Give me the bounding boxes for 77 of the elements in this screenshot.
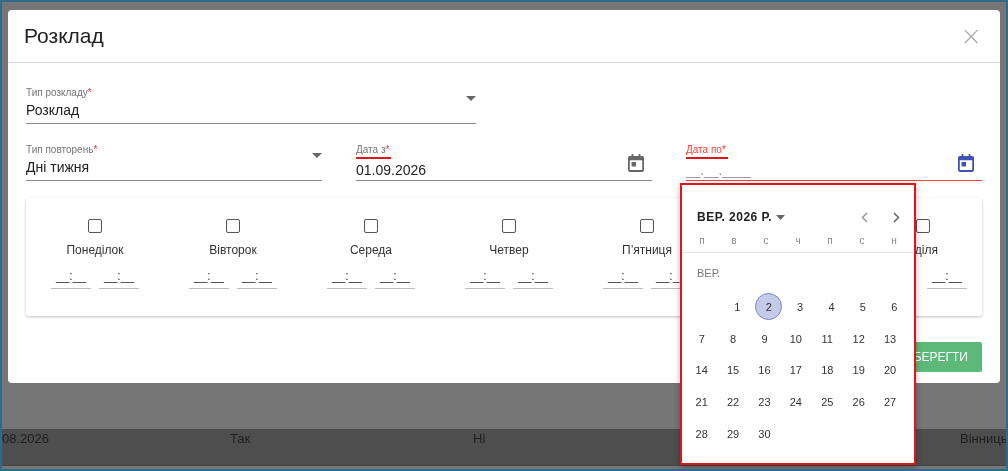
calendar-day[interactable]: 26: [845, 388, 873, 416]
calendar-day[interactable]: 29: [719, 420, 747, 448]
calendar-icon[interactable]: [628, 154, 644, 172]
day-label: Понеділок: [66, 243, 124, 257]
calendar-day[interactable]: 14: [688, 356, 716, 384]
calendar-day[interactable]: 16: [750, 356, 778, 384]
calendar-day[interactable]: 17: [782, 356, 810, 384]
field-label: Дата по*: [686, 144, 728, 159]
calendar-day[interactable]: 7: [688, 325, 716, 353]
time-field[interactable]: __:__: [465, 269, 505, 289]
time-field[interactable]: __:__: [327, 269, 367, 289]
date-field[interactable]: Дата з* 01.09.2026: [356, 144, 652, 181]
weekday-header: в: [730, 234, 738, 248]
dropdown-caret-icon: [466, 96, 476, 101]
calendar-day[interactable]: 4: [818, 293, 845, 321]
day-label: П’ятниця: [622, 243, 672, 257]
weekday-header: п: [698, 234, 706, 248]
field-value: 01.09.2026: [356, 162, 428, 178]
time-field[interactable]: __:__: [51, 269, 91, 289]
field-placeholder: __.__.____: [686, 163, 753, 178]
checkbox[interactable]: [226, 219, 240, 233]
calendar-day[interactable]: 3: [786, 293, 814, 321]
field-label: Дата з*: [356, 144, 392, 159]
checkbox[interactable]: [364, 219, 378, 233]
weekday-header: н: [890, 234, 898, 248]
calendar-day[interactable]: 11: [813, 325, 841, 353]
calendar-day[interactable]: 18: [813, 356, 841, 384]
date-field[interactable]: Дата по* __.__.____: [686, 144, 982, 181]
calendar-day[interactable]: 15: [719, 356, 747, 384]
calendar-day[interactable]: 30: [750, 420, 778, 448]
calendar-day[interactable]: 9: [750, 325, 778, 353]
field-value: Розклад: [26, 102, 81, 118]
calendar-day[interactable]: 10: [782, 325, 810, 353]
calendar-day[interactable]: 24: [782, 388, 810, 416]
weekday-header: с: [858, 234, 866, 248]
chevron-left-icon: [860, 211, 868, 223]
time-field[interactable]: __:__: [99, 269, 139, 289]
calendar-day[interactable]: 23: [750, 388, 778, 416]
month-year-selector[interactable]: ВЕР. 2026 Р.: [697, 210, 786, 224]
dropdown-caret-icon: [312, 153, 322, 158]
time-field[interactable]: __:__: [927, 269, 967, 289]
weekday-header: ч: [794, 234, 802, 248]
dropdown-caret-icon: [776, 214, 786, 220]
weekday-header: с: [762, 234, 770, 248]
calendar-day[interactable]: 19: [845, 356, 873, 384]
day-label: Середа: [349, 243, 393, 257]
dialog-title: Розклад: [24, 24, 104, 48]
time-field[interactable]: __:__: [189, 269, 229, 289]
calendar-icon[interactable]: [958, 154, 974, 172]
dropdown-field[interactable]: Тип повторень* Дні тижня: [26, 144, 322, 181]
calendar-day[interactable]: 25: [813, 388, 841, 416]
checkbox[interactable]: [88, 219, 102, 233]
calendar-day[interactable]: 21: [688, 388, 716, 416]
day-label: Вівторок: [209, 243, 257, 257]
calendar-day[interactable]: 6: [880, 293, 908, 321]
time-field[interactable]: __:__: [237, 269, 277, 289]
calendar-day[interactable]: 8: [719, 325, 747, 353]
checkbox[interactable]: [640, 219, 654, 233]
field-label: Тип повторень*: [26, 144, 98, 156]
time-field[interactable]: __:__: [603, 269, 643, 289]
calendar-day[interactable]: 5: [849, 293, 877, 321]
calendar-day[interactable]: 28: [688, 420, 716, 448]
field-label: Тип розкладу*: [26, 87, 92, 99]
calendar-day[interactable]: 2: [755, 293, 783, 321]
time-field[interactable]: __:__: [375, 269, 415, 289]
time-field[interactable]: __:__: [513, 269, 553, 289]
weekday-header: п: [826, 234, 834, 248]
calendar-day[interactable]: 1: [723, 293, 751, 321]
day-label: Четвер: [489, 243, 529, 257]
calendar-day[interactable]: 27: [876, 388, 904, 416]
calendar-day[interactable]: 12: [845, 325, 873, 353]
chevron-right-icon: [892, 211, 900, 223]
field-value: Дні тижня: [26, 159, 91, 175]
month-label: ВЕР.: [696, 266, 721, 281]
dropdown-field[interactable]: Тип розкладу* Розклад: [26, 87, 476, 124]
calendar-day[interactable]: 22: [719, 388, 747, 416]
checkbox[interactable]: [502, 219, 516, 233]
